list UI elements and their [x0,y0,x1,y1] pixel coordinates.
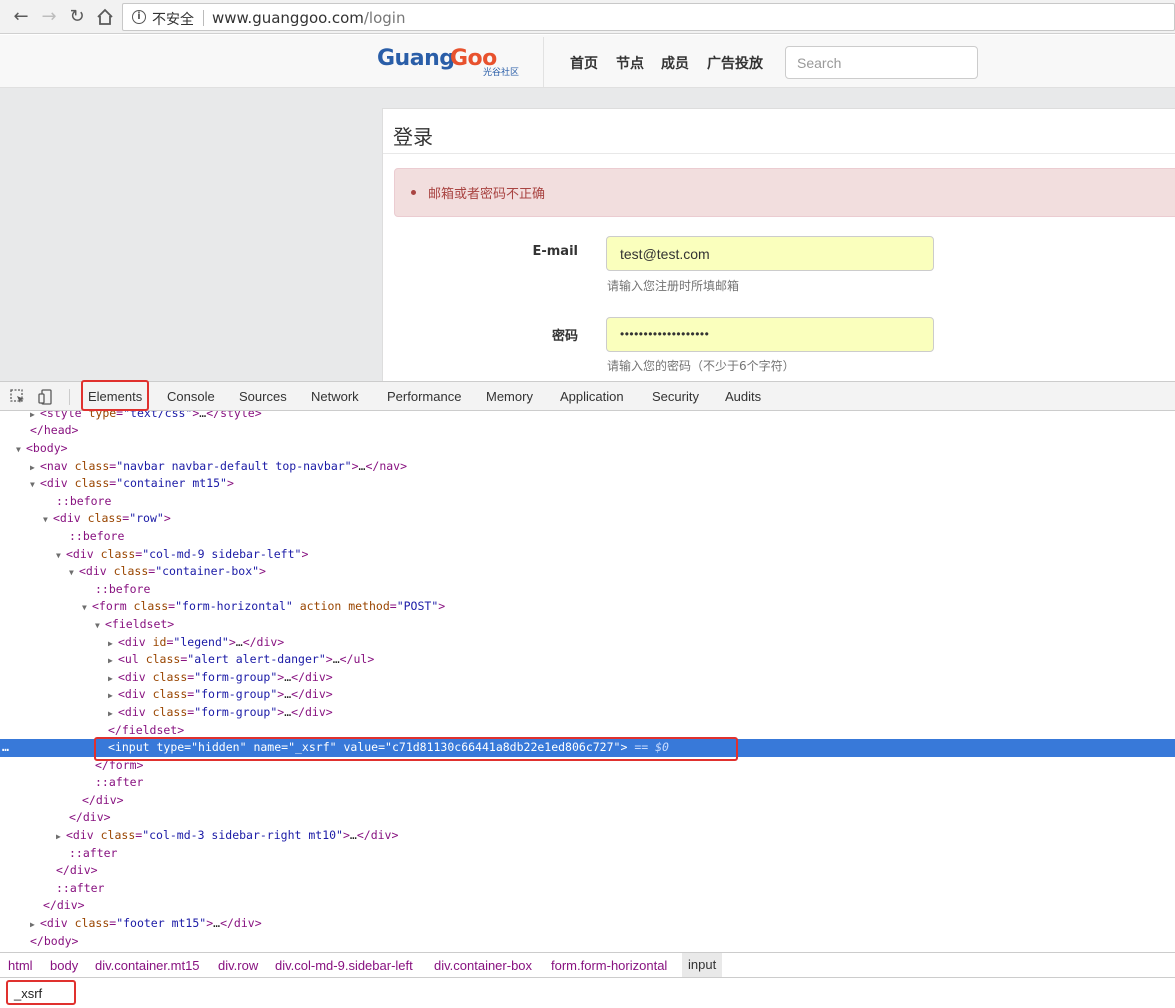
url-text[interactable]: www.guanggoo.com/login [212,9,405,27]
reload-icon[interactable]: ↻ [66,6,88,28]
tab-performance[interactable]: Performance [387,389,461,404]
login-panel: 登录 邮箱或者密码不正确 E-mail test@test.com 请输入您注册… [382,108,1175,381]
svg-text:光谷社区: 光谷社区 [483,66,519,78]
crumb-form[interactable]: form.form-horizontal [551,958,667,973]
crumb-html[interactable]: html [8,958,33,973]
forward-arrow-icon[interactable]: → [38,6,60,28]
info-icon[interactable]: i [132,10,146,24]
device-toggle-icon[interactable] [38,389,54,405]
dom-node[interactable]: ▼ <div class="container mt15"> [0,475,1175,493]
dom-node[interactable]: ▶ <ul class="alert alert-danger">…</ul> [0,651,1175,669]
devtools-toolbar: Elements Console Sources Network Perform… [0,381,1175,411]
dom-node[interactable]: ::after [0,845,1175,863]
dom-node[interactable]: </head> [0,422,1175,440]
home-icon[interactable] [94,6,116,28]
crumb-container[interactable]: div.container.mt15 [95,958,200,973]
dom-node[interactable]: ▶ <div class="form-group">…</div> [0,669,1175,687]
dom-node[interactable]: ▶ <div class="footer mt15">…</div> [0,915,1175,933]
dom-node[interactable]: </form> [0,757,1175,775]
back-arrow-icon[interactable]: ← [10,6,32,28]
dom-node[interactable]: ▼ <form class="form-horizontal" action me… [0,598,1175,616]
url-divider [203,10,204,26]
nav-ads-link[interactable]: 广告投放 [707,53,763,73]
password-help: 请输入您的密码（不少于6个字符） [607,359,795,373]
site-search-input[interactable]: Search [785,46,978,79]
dom-node[interactable]: ::after [0,880,1175,898]
selected-node-ref: == $0 [634,740,669,754]
tab-security[interactable]: Security [652,389,699,404]
dom-node[interactable]: ▶ <style type="text/css">…</style> [0,411,1175,423]
dom-node[interactable]: ▼ <fieldset> [0,616,1175,634]
email-help: 请输入您注册时所填邮箱 [607,279,740,293]
dom-node[interactable]: ▶ <div class="col-md-3 sidebar-right mt10… [0,827,1175,845]
dom-node[interactable]: ▼ <div class="container-box"> [0,563,1175,581]
dom-node[interactable]: ▼ <div class="col-md-9 sidebar-left"> [0,546,1175,564]
crumb-col[interactable]: div.col-md-9.sidebar-left [275,958,413,973]
dom-node[interactable]: ▶ <div class="form-group">…</div> [0,686,1175,704]
crumb-input[interactable]: input [682,953,723,977]
dom-node[interactable]: </div> [0,809,1175,827]
svg-text:Guang: Guang [377,46,454,71]
password-field[interactable]: ••••••••••••••••••• [606,317,934,352]
tab-application[interactable]: Application [560,389,624,404]
logo-divider [543,37,544,87]
site-logo[interactable]: Guang Goo 光谷社区 [377,44,529,78]
dom-node[interactable]: </div> [0,792,1175,810]
crumb-container-box[interactable]: div.container-box [434,958,532,973]
dom-node[interactable]: </fieldset> [0,722,1175,740]
toolbar-divider [69,389,70,405]
more-options-icon[interactable]: … [2,739,9,757]
login-title: 登录 [393,125,433,149]
bullet-icon [411,190,416,195]
web-page: Guang Goo 光谷社区 首页 节点 成员 广告投放 Search 登录 邮… [0,35,1175,381]
dom-node[interactable]: ▼ <div class="row"> [0,510,1175,528]
nav-home-link[interactable]: 首页 [570,53,598,73]
dom-breadcrumbs: html body div.container.mt15 div.row div… [0,952,1175,977]
dom-node[interactable]: ::before [0,581,1175,599]
nav-members-link[interactable]: 成员 [661,53,689,73]
dom-node[interactable]: ▼ <body> [0,440,1175,458]
nav-nodes-link[interactable]: 节点 [616,53,644,73]
error-alert: 邮箱或者密码不正确 [394,168,1175,217]
site-navbar: Guang Goo 光谷社区 首页 节点 成员 广告投放 Search [0,35,1175,88]
find-input[interactable]: _xsrf [14,986,42,1001]
title-divider [383,153,1175,154]
dom-node[interactable]: ::after [0,774,1175,792]
find-bar: _xsrf [0,977,1175,1008]
dom-node[interactable]: </div> [0,862,1175,880]
url-host: www.guanggoo.com [212,9,364,27]
security-label[interactable]: 不安全 [152,9,194,29]
crumb-body[interactable]: body [50,958,78,973]
dom-tree: ▶ <style type="text/css">…</style> </head… [0,411,1175,952]
dom-node[interactable]: ▶ <div id="legend">…</div> [0,634,1175,652]
dom-node-selected[interactable]: … <input type="hidden" name="_xsrf" value… [0,739,1175,757]
dom-node[interactable]: </div> [0,897,1175,915]
inspect-element-icon[interactable] [10,389,26,405]
dom-node[interactable]: ▶ <div class="form-group">…</div> [0,704,1175,722]
email-label: E-mail [532,244,578,259]
tab-sources[interactable]: Sources [239,389,287,404]
password-label: 密码 [551,329,578,344]
dom-node[interactable]: ::before [0,528,1175,546]
dom-node[interactable]: </body> [0,933,1175,951]
email-field[interactable]: test@test.com [606,236,934,271]
dom-node[interactable]: ▶ <nav class="navbar navbar-default top-n… [0,458,1175,476]
url-path: /login [363,9,406,27]
crumb-row[interactable]: div.row [218,958,258,973]
tab-network[interactable]: Network [311,389,359,404]
alert-message: 邮箱或者密码不正确 [428,187,546,202]
tab-audits[interactable]: Audits [725,389,761,404]
browser-toolbar: ← → ↻ i 不安全 www.guanggoo.com/login [0,0,1175,34]
tab-elements[interactable]: Elements [88,389,142,404]
tab-console[interactable]: Console [167,389,215,404]
dom-node[interactable]: ::before [0,493,1175,511]
address-bar[interactable]: i 不安全 www.guanggoo.com/login [122,3,1175,31]
tab-memory[interactable]: Memory [486,389,533,404]
